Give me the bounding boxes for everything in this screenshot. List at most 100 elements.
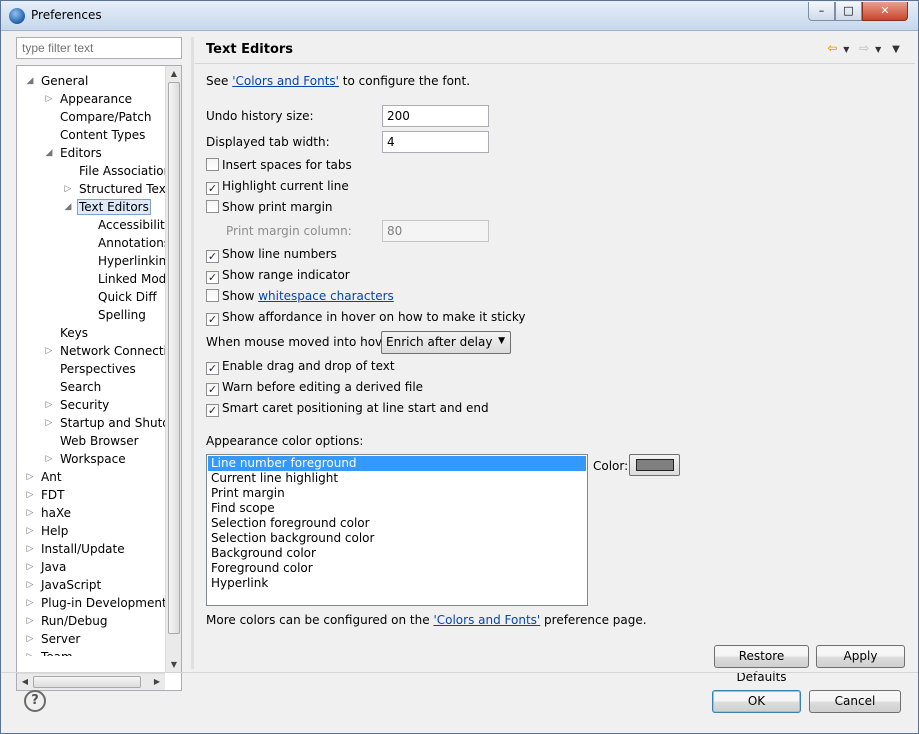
- list-item[interactable]: Print margin: [208, 486, 586, 501]
- tree-item[interactable]: Perspectives: [44, 360, 138, 378]
- tree-item[interactable]: ▷ Plug-in Development: [25, 594, 165, 612]
- tree-collapsed-icon[interactable]: ▷: [25, 612, 35, 630]
- tree-collapsed-icon[interactable]: ▷: [44, 396, 54, 414]
- whitespace-characters-link[interactable]: whitespace characters: [258, 289, 394, 303]
- tree-item[interactable]: ▷ haXe: [25, 504, 73, 522]
- arrow-left-icon[interactable]: ⇦: [825, 41, 839, 55]
- color-picker-button[interactable]: [629, 454, 680, 476]
- list-item[interactable]: Foreground color: [208, 561, 586, 576]
- tree-item[interactable]: Spelling: [82, 306, 148, 324]
- list-item[interactable]: Selection foreground color: [208, 516, 586, 531]
- tree-item[interactable]: ◢ General: [25, 72, 90, 90]
- tree-item[interactable]: ▷ Structured Text E: [63, 180, 165, 198]
- tree-item[interactable]: ▷ JavaScript: [25, 576, 103, 594]
- insert-spaces-checkbox[interactable]: Insert spaces for tabs: [206, 156, 352, 174]
- highlight-line-checkbox[interactable]: ✓ Highlight current line: [206, 177, 349, 195]
- tree-item[interactable]: ▷ FDT: [25, 486, 66, 504]
- checkbox-box[interactable]: [206, 289, 219, 302]
- minimize-button[interactable]: –: [808, 2, 835, 21]
- chevron-down-icon[interactable]: ▼: [839, 45, 853, 54]
- tree-expanded-icon[interactable]: ◢: [63, 198, 73, 216]
- line-numbers-checkbox[interactable]: ✓ Show line numbers: [206, 245, 337, 263]
- tree-collapsed-icon[interactable]: ▷: [25, 630, 35, 648]
- tree-item[interactable]: ▷ Java: [25, 558, 68, 576]
- checkbox-box[interactable]: ✓: [206, 271, 219, 284]
- tab-width-field[interactable]: 4: [382, 131, 489, 153]
- list-item[interactable]: Background color: [208, 546, 586, 561]
- tree-expanded-icon[interactable]: ◢: [44, 144, 54, 162]
- view-menu-icon[interactable]: ▼: [889, 44, 903, 55]
- tree-collapsed-icon[interactable]: ▷: [25, 486, 35, 504]
- scroll-up-icon[interactable]: ▲: [166, 66, 181, 82]
- tree-collapsed-icon[interactable]: ▷: [25, 558, 35, 576]
- tree-collapsed-icon[interactable]: ▷: [63, 180, 73, 198]
- tree-item[interactable]: ▷ Ant: [25, 468, 64, 486]
- tree-item[interactable]: File Associations: [63, 162, 165, 180]
- list-item[interactable]: Current line highlight: [208, 471, 586, 486]
- range-indicator-checkbox[interactable]: ✓ Show range indicator: [206, 266, 350, 284]
- help-icon[interactable]: ?: [24, 690, 46, 712]
- color-options-list[interactable]: Line number foreground Current line highl…: [206, 454, 588, 606]
- tree-collapsed-icon[interactable]: ▷: [25, 576, 35, 594]
- tree-item[interactable]: Search: [44, 378, 103, 396]
- tree-item[interactable]: Hyperlinking: [82, 252, 165, 270]
- tree-item[interactable]: ▷ Workspace: [44, 450, 128, 468]
- chevron-down-icon[interactable]: ▼: [871, 45, 885, 54]
- tree-item[interactable]: ▷ Server: [25, 630, 82, 648]
- list-item[interactable]: Find scope: [208, 501, 586, 516]
- splitter-sash[interactable]: [191, 37, 194, 669]
- tree-collapsed-icon[interactable]: ▷: [25, 504, 35, 522]
- checkbox-box[interactable]: ✓: [206, 383, 219, 396]
- restore-defaults-button[interactable]: Restore Defaults: [714, 645, 809, 684]
- tree-collapsed-icon[interactable]: ▷: [25, 468, 35, 486]
- apply-button[interactable]: Apply: [816, 645, 905, 668]
- tree-item[interactable]: Compare/Patch: [44, 108, 153, 126]
- tree-item[interactable]: ▷ Team: [25, 648, 75, 656]
- checkbox-box[interactable]: ✓: [206, 250, 219, 263]
- tree-item[interactable]: ▷ Run/Debug: [25, 612, 110, 630]
- close-button[interactable]: ✕: [862, 2, 908, 21]
- tree-expanded-icon[interactable]: ◢: [25, 72, 35, 90]
- whitespace-checkbox[interactable]: Show whitespace characters: [206, 287, 394, 305]
- tree-item[interactable]: ▷ Help: [25, 522, 70, 540]
- undo-history-field[interactable]: 200: [382, 105, 489, 127]
- checkbox-box[interactable]: ✓: [206, 362, 219, 375]
- drag-drop-checkbox[interactable]: ✓ Enable drag and drop of text: [206, 357, 395, 375]
- tree-item[interactable]: ▷ Network Connection: [44, 342, 165, 360]
- scroll-right-icon[interactable]: ▶: [149, 674, 165, 690]
- tree-collapsed-icon[interactable]: ▷: [44, 90, 54, 108]
- tree-item[interactable]: ▷ Startup and Shutdow: [44, 414, 165, 432]
- checkbox-box[interactable]: ✓: [206, 404, 219, 417]
- checkbox-box[interactable]: ✓: [206, 313, 219, 326]
- tree-collapsed-icon[interactable]: ▷: [25, 540, 35, 558]
- warn-derived-checkbox[interactable]: ✓ Warn before editing a derived file: [206, 378, 423, 396]
- list-item[interactable]: Hyperlink: [208, 576, 586, 591]
- hover-mode-dropdown[interactable]: Enrich after delay ▼: [381, 331, 511, 354]
- print-margin-checkbox[interactable]: Show print margin: [206, 198, 333, 216]
- more-colors-link[interactable]: 'Colors and Fonts': [433, 613, 540, 627]
- hscroll-thumb[interactable]: [33, 676, 141, 688]
- tree-item[interactable]: Quick Diff: [82, 288, 159, 306]
- list-item[interactable]: Selection background color: [208, 531, 586, 546]
- ok-button[interactable]: OK: [712, 690, 801, 713]
- tree-collapsed-icon[interactable]: ▷: [44, 414, 54, 432]
- tree-collapsed-icon[interactable]: ▷: [44, 342, 54, 360]
- affordance-checkbox[interactable]: ✓ Show affordance in hover on how to make…: [206, 308, 526, 326]
- tree-collapsed-icon[interactable]: ▷: [25, 594, 35, 612]
- cancel-button[interactable]: Cancel: [809, 690, 901, 713]
- colors-fonts-link[interactable]: 'Colors and Fonts': [232, 74, 339, 88]
- tree-item[interactable]: ◢ Text Editors: [63, 198, 151, 216]
- scroll-left-icon[interactable]: ◀: [17, 674, 33, 690]
- tree-horizontal-scrollbar[interactable]: ◀ ▶: [17, 673, 165, 690]
- tree-collapsed-icon[interactable]: ▷: [25, 522, 35, 540]
- tree-item[interactable]: ◢ Editors: [44, 144, 104, 162]
- checkbox-box[interactable]: [206, 158, 219, 171]
- tree-vertical-scrollbar[interactable]: ▲ ▼: [165, 66, 181, 673]
- checkbox-box[interactable]: ✓: [206, 182, 219, 195]
- preference-tree[interactable]: ◢ General ▷ Appearance Compare/Patch Content …: [16, 65, 182, 691]
- tree-item[interactable]: ▷ Security: [44, 396, 111, 414]
- tree-collapsed-icon[interactable]: ▷: [44, 450, 54, 468]
- scroll-thumb[interactable]: [168, 82, 180, 634]
- tree-item[interactable]: ▷ Install/Update: [25, 540, 127, 558]
- checkbox-box[interactable]: [206, 200, 219, 213]
